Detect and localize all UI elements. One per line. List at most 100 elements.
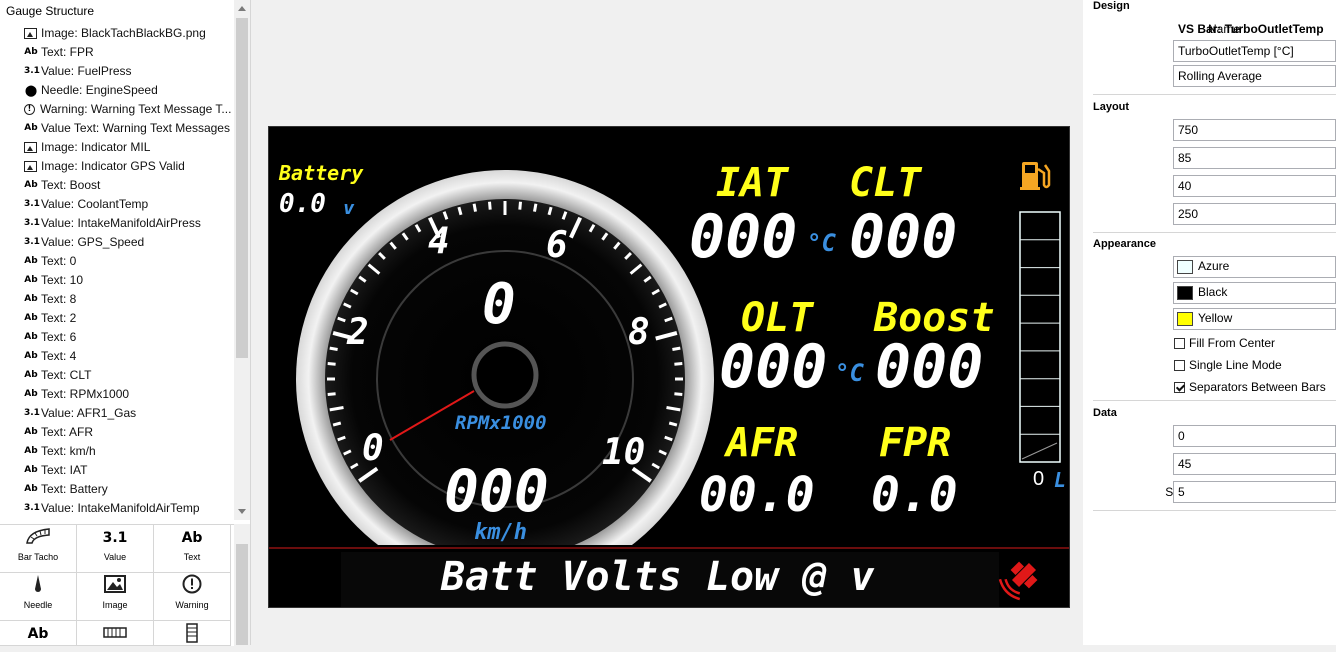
line-color-swatch xyxy=(1177,260,1193,274)
tool-image[interactable]: Image xyxy=(77,573,154,621)
height-field[interactable]: 250 xyxy=(1173,203,1336,225)
iat-unit: °C xyxy=(807,229,836,257)
tool-vertical-bar[interactable] xyxy=(154,621,231,646)
tree-item[interactable]: Ab Text: IAT xyxy=(0,461,234,480)
input-filter-field[interactable]: Rolling Average xyxy=(1173,65,1336,87)
segment-size-field[interactable]: 5 xyxy=(1173,481,1336,503)
appearance-section-title: Appearance xyxy=(1093,238,1156,250)
tool-bar-tacho[interactable]: Bar Tacho xyxy=(0,525,77,573)
gauge-structure-tree: Image: BlackTachBlackBG.png Ab Text: FPR 3.… xyxy=(0,24,234,519)
toolbox-scrollbar[interactable] xyxy=(234,524,250,645)
background-color-picker[interactable]: Black xyxy=(1173,282,1336,304)
value-icon: 3.1 xyxy=(24,218,40,228)
tool-needle[interactable]: Needle xyxy=(0,573,77,621)
tree-item[interactable]: Ab Text: Battery xyxy=(0,480,234,499)
tree-item[interactable]: Ab Text: FPR xyxy=(0,43,234,62)
gauge-structure-panel: Gauge Structure Image: BlackTachBlackBG.… xyxy=(0,0,251,646)
line-color-name: Azure xyxy=(1198,259,1230,273)
tree-item[interactable]: Ab Text: AFR xyxy=(0,423,234,442)
separators-checkbox[interactable] xyxy=(1174,381,1185,393)
tree-scrollbar[interactable] xyxy=(234,0,250,520)
tree-item[interactable]: 3.1 Value: FuelPress xyxy=(0,62,234,81)
boost-value: 000 xyxy=(875,332,984,402)
text-icon: Ab xyxy=(24,275,38,285)
gauge-canvas[interactable]: Battery 0.0 v 0 2 4 6 8 10 0 RPMx1000 00… xyxy=(268,126,1070,608)
tree-item[interactable]: Ab Text: 8 xyxy=(0,290,234,309)
tree-item[interactable]: Ab Text: CLT xyxy=(0,366,234,385)
text-icon: Ab xyxy=(24,123,38,133)
tree-item[interactable]: Ab Text: 0 xyxy=(0,252,234,271)
needle-icon xyxy=(0,573,76,599)
tacho-tick xyxy=(327,392,336,396)
tree-item[interactable]: Ab Text: 10 xyxy=(0,271,234,290)
scroll-up-icon[interactable] xyxy=(238,6,246,11)
text-icon: Ab xyxy=(24,351,38,361)
tree-item[interactable]: ! Warning: Warning Text Message T... xyxy=(0,100,234,119)
tree-item-label: Image: Indicator GPS Valid xyxy=(41,159,185,173)
single-line-mode-checkbox[interactable] xyxy=(1174,359,1185,371)
tree-item[interactable]: Ab Text: 2 xyxy=(0,309,234,328)
text-icon: Ab xyxy=(24,465,38,475)
tool-warning[interactable]: Warning xyxy=(154,573,231,621)
tool-label: Bar Tacho xyxy=(17,552,59,562)
afr-value: 00.0 xyxy=(699,467,815,523)
tree-item[interactable]: Ab Text: Boost xyxy=(0,176,234,195)
olt-value: 000 xyxy=(719,332,828,402)
text-icon: Ab xyxy=(24,294,38,304)
tree-item[interactable]: Ab Value Text: Warning Text Messages xyxy=(0,119,234,138)
tree-item[interactable]: Ab Text: 6 xyxy=(0,328,234,347)
tree-item[interactable]: 3.1 Value: IntakeManifoldAirTemp xyxy=(0,499,234,518)
tree-item[interactable]: 3.1 Value: IntakeManifoldAirPress xyxy=(0,214,234,233)
fill-from-center-checkbox[interactable] xyxy=(1174,337,1185,349)
tool-text[interactable]: Ab Text xyxy=(154,525,231,573)
speed-unit: km/h xyxy=(474,520,527,545)
clt-value: 000 xyxy=(849,202,958,272)
top-field[interactable]: 85 xyxy=(1173,147,1336,169)
tree-item[interactable]: 3.1 Value: CoolantTemp xyxy=(0,195,234,214)
tree-item[interactable]: ⬤ Needle: EngineSpeed xyxy=(0,81,234,100)
tree-item[interactable]: 3.1 Value: GPS_Speed xyxy=(0,233,234,252)
tree-item[interactable]: Image: Indicator GPS Valid xyxy=(0,157,234,176)
tacho-tick-label: 4 xyxy=(428,221,450,262)
tool-value[interactable]: 3.1 Value xyxy=(77,525,154,573)
tree-item-label: Value: GPS_Speed xyxy=(41,235,145,249)
warning-icon: ! xyxy=(24,104,35,115)
text-icon: Ab xyxy=(181,530,203,546)
fill-color-swatch xyxy=(1177,312,1193,326)
rpm-label: RPMx1000 xyxy=(455,412,547,434)
tree-scroll-thumb[interactable] xyxy=(236,18,248,358)
fill-color-picker[interactable]: Yellow xyxy=(1173,308,1336,330)
single-line-mode-option[interactable]: Single Line Mode xyxy=(1174,357,1282,373)
tree-item[interactable]: Ab Text: 4 xyxy=(0,347,234,366)
input-field[interactable]: TurboOutletTemp [°C] xyxy=(1173,40,1336,62)
tree-item-label: Value: FuelPress xyxy=(41,64,132,78)
tool-label: Value xyxy=(103,552,127,562)
tree-item-label: Value: AFR1_Gas xyxy=(41,406,137,420)
toolbox-scroll-thumb[interactable] xyxy=(236,544,248,645)
scroll-down-icon[interactable] xyxy=(238,509,246,514)
tree-item-label: Image: Indicator MIL xyxy=(41,140,151,154)
divider xyxy=(1093,232,1336,233)
tacho-tick xyxy=(327,362,336,366)
tree-item-label: Text: 6 xyxy=(41,330,77,344)
tree-item[interactable]: Ab Text: km/h xyxy=(0,442,234,461)
clt-label: CLT xyxy=(849,160,922,206)
width-field[interactable]: 40 xyxy=(1173,175,1336,197)
end-field[interactable]: 45 xyxy=(1173,453,1336,475)
fuel-bar[interactable] xyxy=(1019,211,1061,463)
line-color-picker[interactable]: Azure xyxy=(1173,256,1336,278)
separators-option[interactable]: Separators Between Bars xyxy=(1174,379,1326,395)
tree-item[interactable]: Ab Text: RPMx1000 xyxy=(0,385,234,404)
warning-message: Batt Volts Low @ v xyxy=(441,554,875,600)
tree-item-label: Text: 4 xyxy=(41,349,77,363)
structure-title: Gauge Structure xyxy=(6,4,95,18)
tool-value-text[interactable]: Ab xyxy=(0,621,77,646)
fill-from-center-option[interactable]: Fill From Center xyxy=(1174,335,1275,351)
tree-item[interactable]: Image: BlackTachBlackBG.png xyxy=(0,24,234,43)
start-field[interactable]: 0 xyxy=(1173,425,1336,447)
tool-horizontal-bar[interactable] xyxy=(77,621,154,646)
tree-item[interactable]: Image: Indicator MIL xyxy=(0,138,234,157)
left-field[interactable]: 750 xyxy=(1173,119,1336,141)
tree-item[interactable]: 3.1 Value: AFR1_Gas xyxy=(0,404,234,423)
divider xyxy=(1093,510,1336,511)
